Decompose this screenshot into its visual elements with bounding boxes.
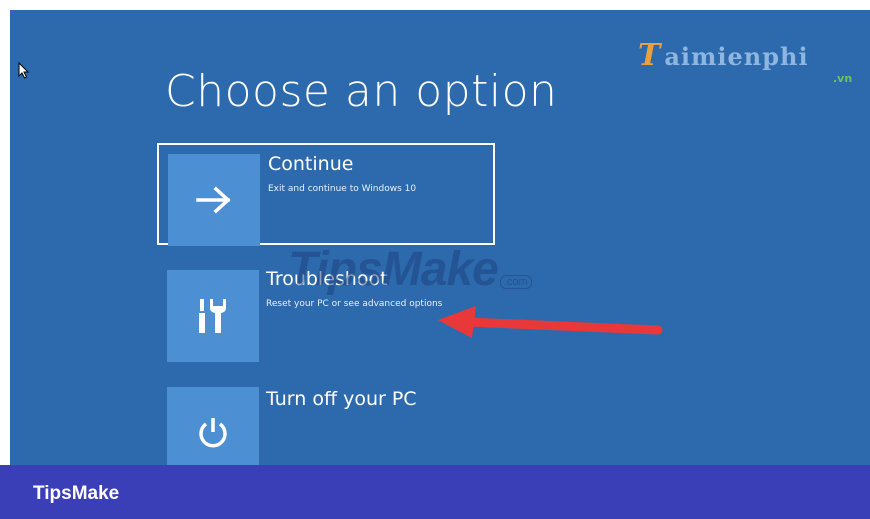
taimienphi-logo: T aimienphi .vn — [638, 38, 852, 85]
arrow-right-icon — [196, 186, 231, 214]
watermark-text: TipsMake — [288, 243, 499, 296]
mouse-cursor-icon — [18, 62, 30, 79]
continue-title: Continue — [268, 153, 354, 175]
red-arrow-annotation-icon — [438, 306, 663, 338]
power-icon — [199, 418, 227, 448]
page-title: Choose an option — [165, 66, 558, 117]
footer-bar: TipsMake — [0, 465, 870, 519]
logo-suffix: .vn — [833, 72, 853, 85]
continue-subtitle: Exit and continue to Windows 10 — [268, 184, 417, 194]
watermark-suffix: .com — [499, 275, 532, 289]
tools-icon — [199, 299, 226, 333]
turn-off-tile[interactable] — [167, 387, 259, 465]
logo-letter: T — [638, 38, 661, 73]
turn-off-option[interactable]: Turn off your PC — [157, 380, 495, 465]
turn-off-title: Turn off your PC — [266, 388, 417, 410]
recovery-screen: T aimienphi .vn Choose an option Continu… — [10, 10, 870, 465]
troubleshoot-tile[interactable] — [167, 270, 259, 362]
troubleshoot-subtitle: Reset your PC or see advanced options — [266, 299, 443, 309]
continue-tile[interactable] — [168, 154, 260, 246]
continue-option[interactable]: Continue Exit and continue to Windows 10 — [157, 143, 495, 246]
footer-brand: TipsMake — [33, 483, 120, 504]
logo-text: aimienphi — [664, 42, 809, 71]
tipsmake-watermark: TipsMake .com — [288, 242, 532, 297]
